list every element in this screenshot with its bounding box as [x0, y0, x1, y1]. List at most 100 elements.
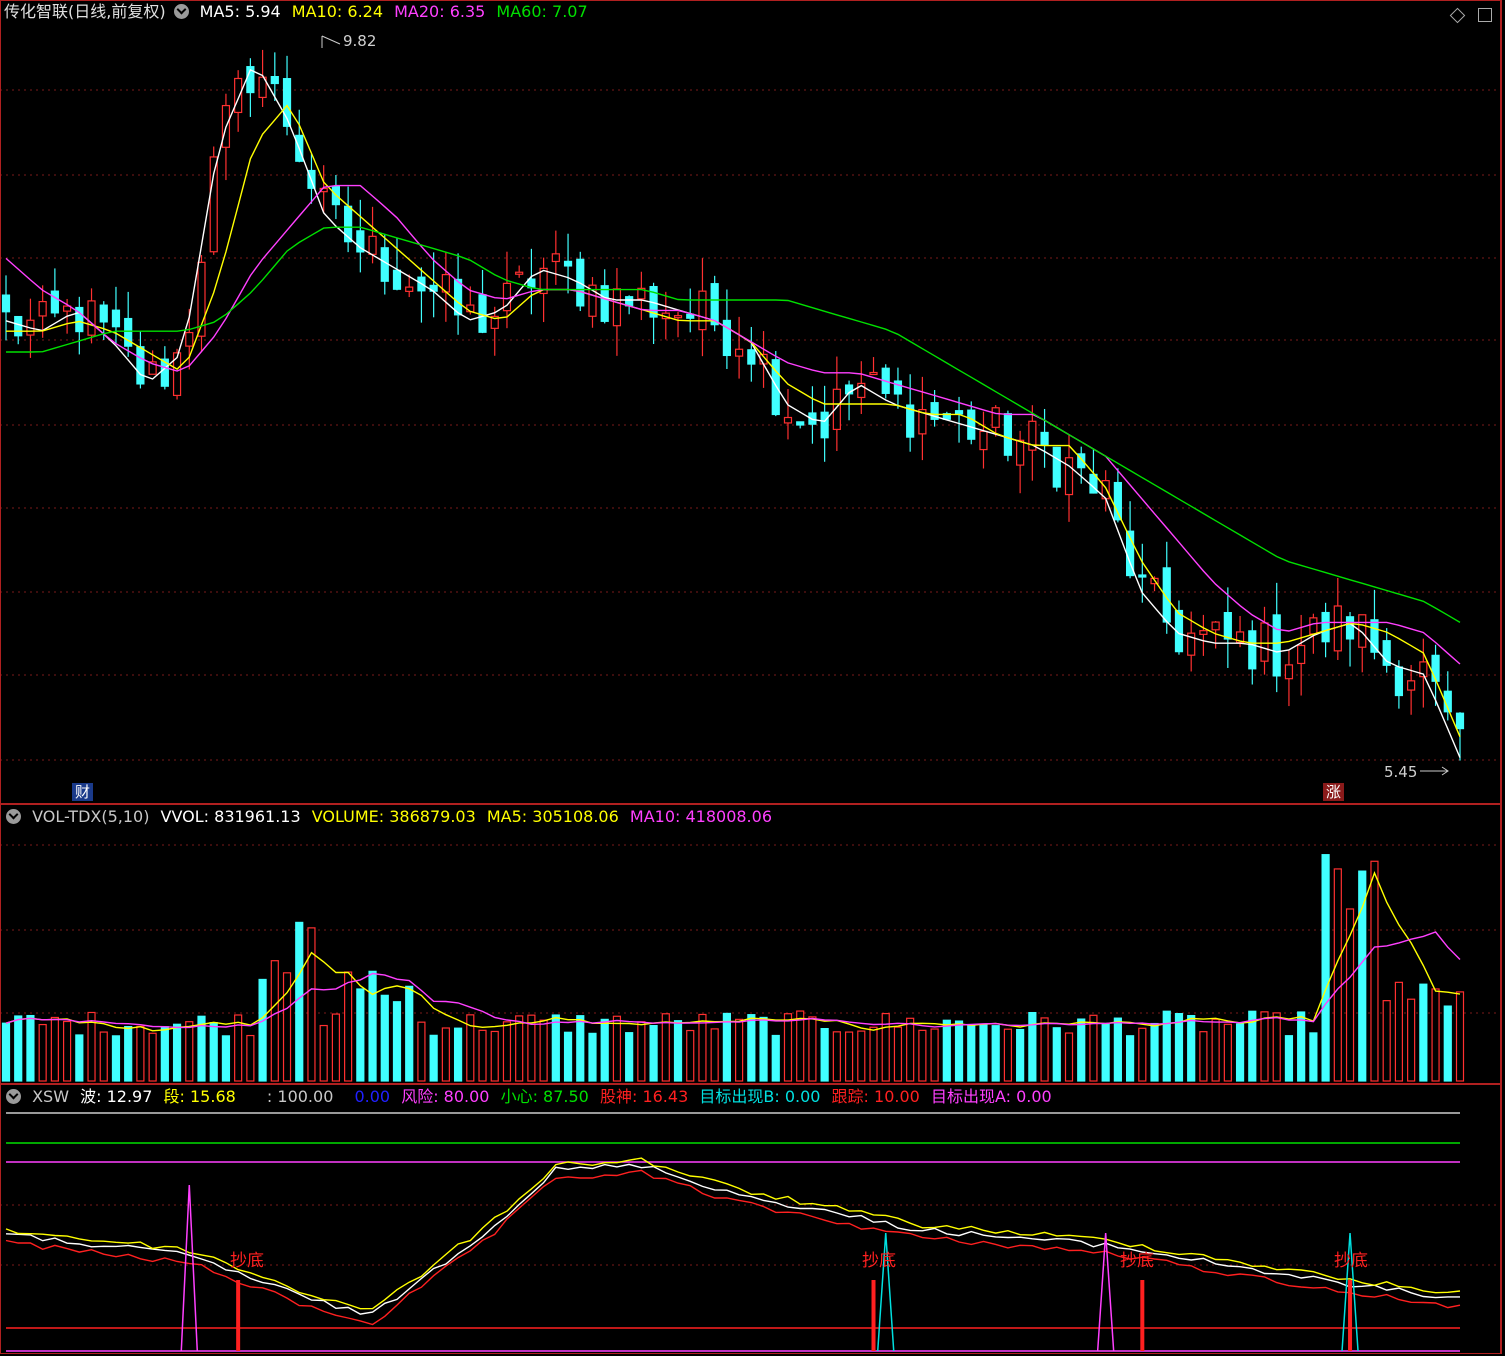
vol-ma5-label: MA5: 305108.06	[486, 807, 619, 826]
candle-body	[1260, 622, 1269, 662]
volume-bar	[1162, 1010, 1171, 1082]
candle-body	[796, 421, 805, 426]
candle-body	[686, 313, 695, 319]
target-a-label: 目标出现A: 0.00	[930, 1087, 1052, 1106]
candle-body	[710, 283, 719, 326]
volume-bar	[954, 1020, 964, 1082]
candle-body	[1345, 616, 1355, 640]
bottom-signal-label-4: 抄底	[1334, 1251, 1368, 1271]
candle-body	[111, 309, 121, 328]
expand-icon[interactable]	[6, 809, 21, 824]
volume-bar	[209, 1022, 218, 1082]
target-b-label: 目标出现B: 0.00	[699, 1087, 821, 1106]
segment-line	[5, 1157, 1461, 1310]
volume-bar	[808, 1016, 817, 1082]
candle-body	[673, 315, 683, 319]
volume-bar	[148, 1032, 157, 1082]
volume-bar	[1272, 1012, 1281, 1082]
volume-bar	[1126, 1035, 1135, 1082]
candle-body	[735, 348, 744, 357]
track-label: 跟踪: 10.00	[831, 1087, 920, 1106]
volume-bar	[319, 1024, 328, 1082]
candle-body	[1211, 621, 1220, 631]
bottom-signal-bar	[1348, 1280, 1353, 1351]
candle-body	[38, 300, 47, 317]
stock-god-label: 股神: 16.43	[599, 1087, 689, 1106]
volume-bar	[1235, 1023, 1245, 1082]
volume-bar	[356, 988, 365, 1082]
volume-bar	[527, 1014, 536, 1082]
volume-bar	[1407, 998, 1416, 1082]
price-panel: 传化智联(日线,前复权) MA5: 5.94 MA10: 6.24 MA20: …	[0, 0, 1500, 803]
volume-bar	[50, 1016, 59, 1082]
volume-bar	[405, 985, 414, 1082]
xsw-indicator-name[interactable]: XSW	[32, 1087, 69, 1106]
volume-bar	[124, 1025, 133, 1082]
volume-bar	[1321, 854, 1330, 1082]
bottom-signal-label-3: 抄底	[1120, 1251, 1154, 1271]
up-tag[interactable]: 涨	[1323, 783, 1345, 801]
volume-bar	[1333, 868, 1342, 1082]
candle-body	[1394, 666, 1404, 697]
candle-body	[14, 315, 23, 337]
volume-bar	[1052, 1027, 1061, 1082]
volume-bar	[710, 1028, 719, 1082]
volume-bar	[759, 1016, 768, 1082]
volume-bar	[160, 1026, 169, 1082]
candle-body	[783, 416, 793, 424]
level-100-label: : 100.00	[266, 1087, 334, 1106]
volume-bar	[698, 1013, 707, 1082]
expand-icon[interactable]	[6, 1089, 21, 1104]
volume-bar	[1297, 1011, 1306, 1082]
volume-bar	[942, 1019, 951, 1082]
ma60-label: MA60: 7.07	[496, 2, 588, 21]
volume-bar	[1211, 1018, 1220, 1082]
volume-bar	[246, 1034, 255, 1082]
volume-bar	[906, 1017, 915, 1082]
volume-bar	[515, 1015, 524, 1082]
volume-label: VOLUME: 386879.03	[311, 807, 476, 826]
volume-bar	[857, 1030, 866, 1082]
fin-tag[interactable]: 财	[72, 783, 94, 801]
bottom-signal-bar	[236, 1280, 241, 1351]
volume-bar	[1138, 1027, 1147, 1082]
high-arrow	[321, 35, 341, 48]
volume-bar	[637, 1021, 646, 1082]
candle-body	[551, 253, 560, 263]
candle-body	[185, 331, 194, 347]
volume-bar	[478, 1029, 487, 1082]
candle-body	[869, 371, 878, 376]
volume-bar	[673, 1020, 683, 1082]
expand-icon[interactable]	[173, 4, 189, 19]
volume-bar	[1455, 991, 1465, 1082]
volume-bar	[539, 1019, 548, 1082]
volume-bar	[99, 1031, 108, 1082]
candle-body	[1052, 446, 1061, 488]
xsw-header: XSW 波: 12.97 段: 15.68 : 100.00 0.00 风险: …	[4, 1085, 1058, 1109]
vol-indicator-name[interactable]: VOL-TDX(5,10)	[32, 807, 149, 826]
volume-bar	[783, 1013, 793, 1082]
volume-bar	[344, 971, 353, 1082]
candle-body	[515, 271, 524, 275]
volume-bar	[417, 1021, 426, 1082]
bottom-signal-bar	[871, 1280, 876, 1351]
stock-title[interactable]: 传化智联(日线,前复权)	[4, 2, 166, 21]
ma10-label: MA10: 6.24	[291, 2, 384, 21]
square-icon[interactable]	[1478, 8, 1492, 22]
candle-body	[1431, 654, 1440, 682]
volume-bar	[1370, 860, 1379, 1082]
candle-body	[1248, 630, 1257, 670]
price-chart	[0, 35, 1500, 776]
candle-body	[612, 288, 622, 327]
volume-bar	[75, 1034, 84, 1082]
volume-bar	[918, 1029, 927, 1082]
right-border	[1500, 0, 1502, 1354]
volume-bar	[771, 1034, 780, 1082]
volume-bar	[380, 994, 389, 1082]
candle-body	[136, 346, 145, 385]
volume-bar	[185, 1021, 194, 1082]
wave-line	[5, 1163, 1460, 1315]
candle-body	[453, 278, 463, 316]
ma-line-ma10	[6, 104, 1461, 738]
volume-bar	[686, 1029, 695, 1082]
